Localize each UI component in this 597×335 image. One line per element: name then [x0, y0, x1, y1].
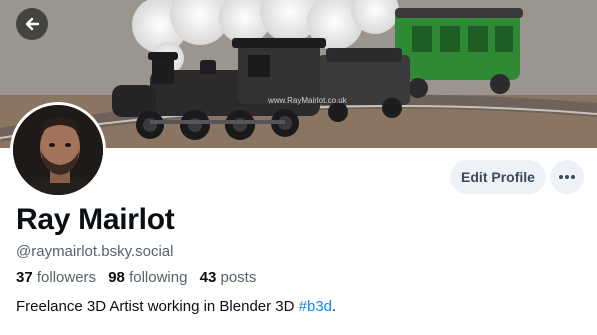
banner-watermark: www.RayMairlot.co.uk: [268, 96, 347, 105]
profile-bio: Freelance 3D Artist working in Blender 3…: [16, 298, 336, 315]
following-label: following: [129, 269, 188, 286]
display-name: Ray Mairlot: [16, 203, 175, 236]
followers-label: followers: [36, 269, 97, 286]
more-options-button[interactable]: [550, 160, 584, 194]
posts-count: 43: [199, 269, 217, 286]
followers-count: 37: [16, 269, 33, 286]
following-count: 98: [108, 269, 125, 286]
posts-count-group: 43 posts: [200, 269, 257, 286]
bio-text: Freelance 3D Artist working in Blender 3…: [16, 298, 299, 315]
ellipsis-icon: [559, 175, 575, 179]
avatar[interactable]: [10, 102, 106, 198]
posts-label: posts: [220, 269, 257, 286]
user-handle: @raymairlot.bsky.social: [16, 243, 174, 260]
bio-hashtag-link[interactable]: #b3d: [299, 298, 332, 315]
profile-stats: 37 followers 98 following 43 posts: [16, 269, 264, 286]
followers-link[interactable]: 37 followers: [16, 269, 96, 286]
arrow-left-icon: [25, 17, 40, 31]
edit-profile-button[interactable]: Edit Profile: [450, 160, 546, 194]
following-link[interactable]: 98 following: [108, 269, 187, 286]
bio-end: .: [332, 298, 337, 315]
back-button[interactable]: [16, 8, 48, 40]
avatar-image: [13, 105, 103, 195]
